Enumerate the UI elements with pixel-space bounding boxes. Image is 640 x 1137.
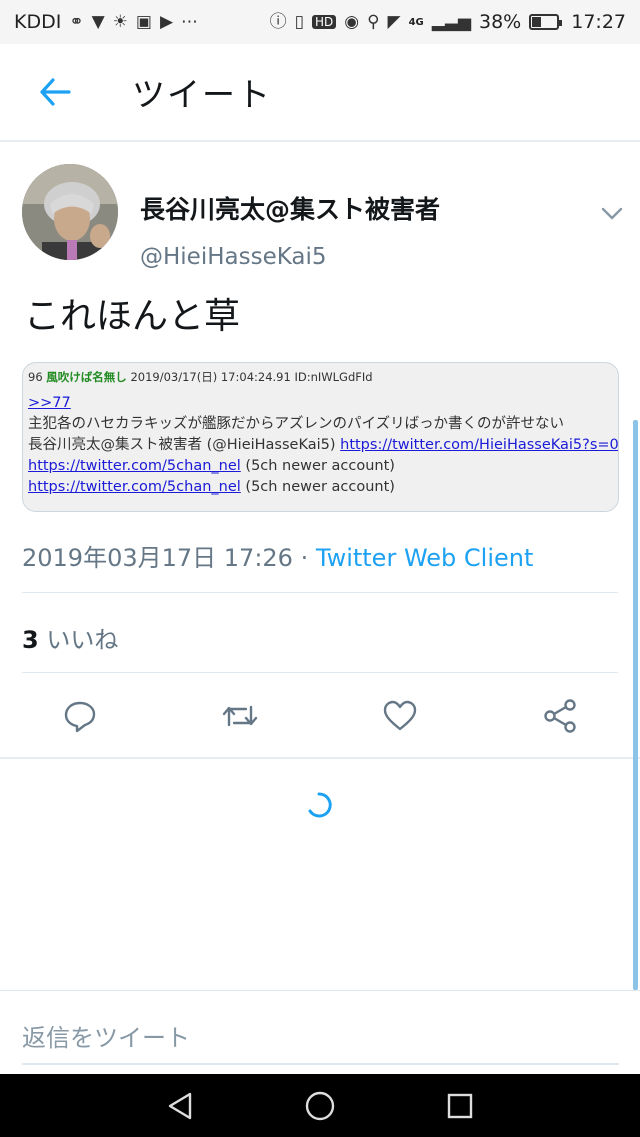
weather-icon: ☀ xyxy=(112,11,128,32)
nav-home-button[interactable] xyxy=(300,1086,340,1126)
avatar-image xyxy=(22,164,118,260)
post-line-2-prefix: 長谷川亮太@集スト被害者 (@HieiHasseKai5) xyxy=(28,437,336,453)
post-line-2-link: https://twitter.com/HieiHasseKai5?s=09 xyxy=(340,437,619,453)
tweet-text: これほんと草 xyxy=(24,296,241,337)
post-line-3-link: https://twitter.com/5chan_nel xyxy=(28,458,241,474)
status-bar-right: ⓘ ▯ HD ◉ ⚲ ◤ 4G ▂▃▅ 38% 17:27 xyxy=(270,11,626,33)
battery-level xyxy=(532,17,542,27)
page-title: ツイート xyxy=(132,75,272,114)
status-bar: KDDI ⚭ ▼ ☀ ▣ ▶ ⋯ ⓘ ▯ HD ◉ ⚲ ◤ 4G ▂▃▅ 38%… xyxy=(0,0,640,44)
divider xyxy=(22,592,618,593)
hd-icon: HD xyxy=(311,15,337,29)
data-saver-icon: ⓘ xyxy=(269,11,287,32)
nav-recents-button[interactable] xyxy=(440,1086,480,1126)
status-bar-left: KDDI ⚭ ▼ ☀ ▣ ▶ ⋯ xyxy=(14,11,198,33)
tweet-author: 長谷川亮太@集スト被害者 @HieiHasseKai5 xyxy=(22,164,624,270)
app-bar: ツイート xyxy=(0,44,640,142)
likes-number: 3 xyxy=(22,626,39,654)
key-icon: ⚲ xyxy=(367,11,380,32)
carrier-label: KDDI xyxy=(14,11,62,33)
likes-label: いいね xyxy=(46,626,119,654)
divider xyxy=(22,672,618,673)
post-line-4-suffix: (5ch newer account) xyxy=(245,479,395,495)
post-line-4-link: https://twitter.com/5chan_nel xyxy=(28,479,241,495)
shield-icon: ▼ xyxy=(91,11,105,32)
post-header: 96 風吹けば名無し 2019/03/17(日) 17:04:24.91 ID:… xyxy=(28,367,613,388)
play-store-icon: ▶ xyxy=(159,11,174,32)
post-line-1: 主犯各のハセカラキッズが艦豚だからアズレンのパイズリばっか書くのが許せない xyxy=(28,416,565,432)
battery-icon xyxy=(529,14,563,30)
nav-back-button[interactable] xyxy=(160,1086,200,1126)
android-nav-bar xyxy=(0,1074,640,1137)
poster-name: 風吹けば名無し xyxy=(46,370,127,384)
share-icon xyxy=(544,699,576,733)
battery-percent: 38% xyxy=(479,11,522,33)
section-divider xyxy=(0,757,640,759)
tweet-actions xyxy=(0,686,640,746)
circle-home-icon xyxy=(305,1091,335,1120)
timestamp-separator: · xyxy=(300,544,309,572)
client-link[interactable]: Twitter Web Client xyxy=(316,544,534,572)
gallery-icon: ▣ xyxy=(135,11,152,32)
reply-icon xyxy=(64,701,96,733)
tweet-image[interactable]: 96 風吹けば名無し 2019/03/17(日) 17:04:24.91 ID:… xyxy=(22,362,619,512)
signal-icon: ▂▃▅ xyxy=(431,11,471,32)
eye-icon: ◉ xyxy=(344,11,360,32)
author-handle[interactable]: @HieiHasseKai5 xyxy=(140,244,327,270)
author-name[interactable]: 長谷川亮太@集スト被害者 xyxy=(140,190,440,226)
vibrate-icon: ▯ xyxy=(294,11,304,32)
back-button[interactable] xyxy=(30,72,80,112)
share-button[interactable] xyxy=(530,686,590,746)
like-button[interactable] xyxy=(370,686,430,746)
reply-composer xyxy=(0,990,640,1074)
headset-icon: ⚭ xyxy=(69,11,84,32)
retweet-icon xyxy=(222,705,258,727)
clock: 17:27 xyxy=(571,11,626,33)
reply-anchor: >>77 xyxy=(28,395,71,411)
chevron-down-icon[interactable] xyxy=(600,204,624,222)
tweet-timestamp: 2019年03月17日 17:26 · Twitter Web Client xyxy=(22,538,533,573)
triangle-back-icon xyxy=(168,1092,192,1119)
square-recents-icon xyxy=(447,1093,473,1118)
more-notifications-icon: ⋯ xyxy=(181,11,199,32)
likes-count[interactable]: 3 いいね xyxy=(22,620,118,655)
loading-spinner-icon xyxy=(308,792,332,818)
avatar[interactable] xyxy=(22,164,118,260)
reply-input[interactable] xyxy=(22,1013,619,1065)
retweet-button[interactable] xyxy=(210,686,270,746)
post-number: 96 xyxy=(28,370,43,384)
timestamp-text: 2019年03月17日 17:26 xyxy=(22,544,293,572)
network-type: 4G xyxy=(408,16,424,28)
heart-icon xyxy=(383,700,417,731)
post-meta: 2019/03/17(日) 17:04:24.91 ID:nIWLGdFId xyxy=(130,370,373,384)
wifi-icon: ◤ xyxy=(387,11,401,32)
scrollbar[interactable] xyxy=(633,420,638,990)
post-line-3-suffix: (5ch newer account) xyxy=(245,458,395,474)
reply-button[interactable] xyxy=(50,686,110,746)
arrow-left-icon xyxy=(40,78,71,106)
